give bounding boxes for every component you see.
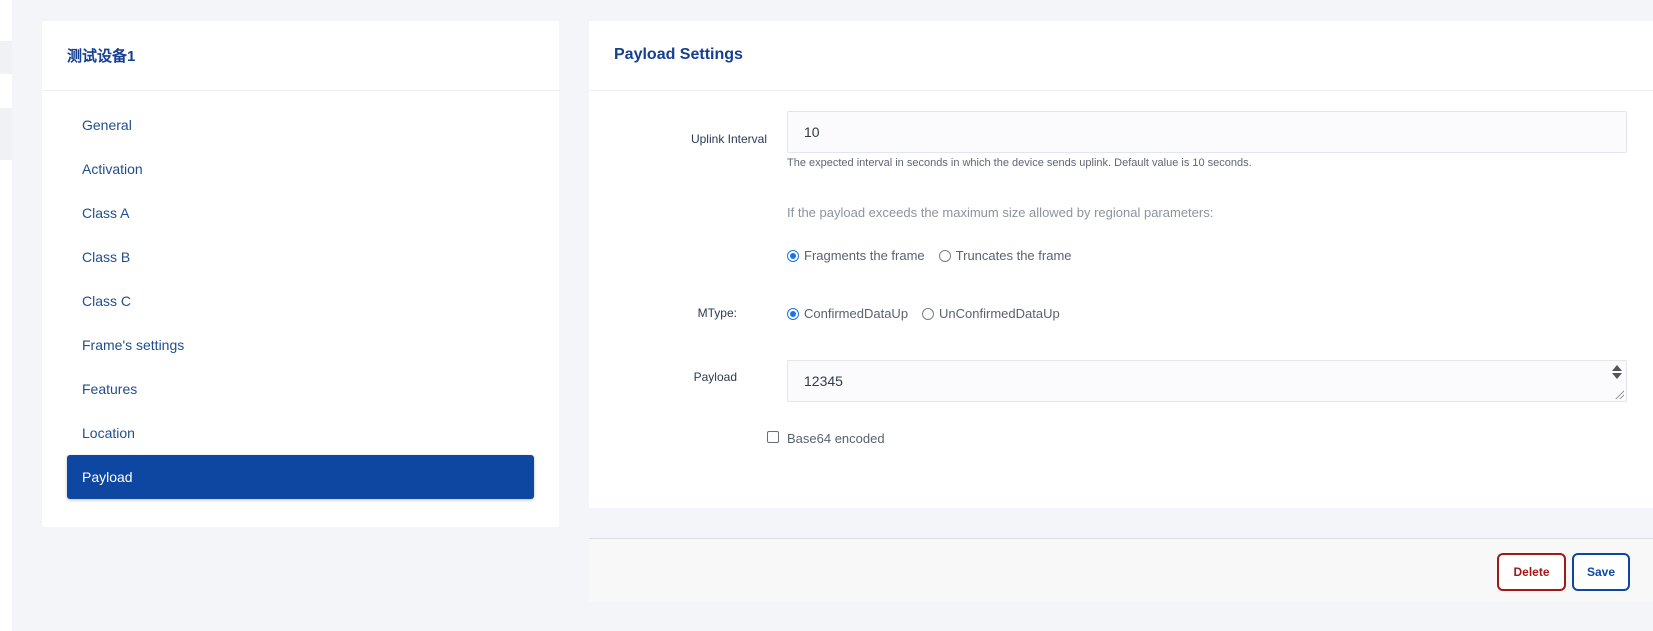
- unconfirmed-data-up-label[interactable]: UnConfirmedDataUp: [939, 306, 1060, 321]
- base64-label[interactable]: Base64 encoded: [787, 431, 885, 446]
- sidebar-item-activation[interactable]: Activation: [67, 147, 534, 191]
- panel-title: Payload Settings: [589, 21, 1653, 91]
- sidebar-item-general[interactable]: General: [67, 103, 534, 147]
- payload-input[interactable]: 12345: [787, 360, 1627, 402]
- truncates-frame-label[interactable]: Truncates the frame: [956, 248, 1072, 263]
- base64-checkbox[interactable]: [767, 431, 779, 443]
- unconfirmed-data-up-radio[interactable]: [922, 307, 935, 320]
- fragments-frame-label[interactable]: Fragments the frame: [804, 248, 925, 263]
- confirmed-data-up-label[interactable]: ConfirmedDataUp: [804, 306, 908, 321]
- save-button[interactable]: Save: [1572, 553, 1630, 591]
- left-edge-band: [0, 108, 12, 160]
- uplink-interval-input[interactable]: 10: [787, 111, 1627, 153]
- mtype-option-group: ConfirmedDataUp UnConfirmedDataUp: [787, 306, 1074, 321]
- left-edge-band: [0, 41, 12, 74]
- uplink-interval-help: The expected interval in seconds in whic…: [787, 157, 1252, 169]
- sidebar-item-features[interactable]: Features: [67, 367, 534, 411]
- device-title: 测试设备1: [42, 21, 559, 91]
- left-edge-panel: [0, 0, 12, 631]
- sidebar-item-payload[interactable]: Payload: [67, 455, 534, 499]
- resize-handle-icon[interactable]: [1614, 389, 1624, 399]
- payload-label: Payload: [693, 370, 737, 384]
- mtype-label: MType:: [697, 306, 737, 320]
- device-sidebar: 测试设备1 General Activation Class A Class B…: [42, 21, 559, 527]
- sidebar-menu: General Activation Class A Class B Class…: [42, 91, 559, 499]
- payload-size-note: If the payload exceeds the maximum size …: [787, 205, 1214, 220]
- payload-settings-panel: Payload Settings Uplink Interval 10 The …: [589, 21, 1653, 508]
- spinner-down-icon[interactable]: [1612, 373, 1622, 379]
- sidebar-item-location[interactable]: Location: [67, 411, 534, 455]
- frame-option-group: Fragments the frame Truncates the frame: [787, 248, 1086, 263]
- payload-value: 12345: [804, 373, 843, 389]
- sidebar-item-class-a[interactable]: Class A: [67, 191, 534, 235]
- confirmed-data-up-radio[interactable]: [787, 307, 799, 320]
- truncates-frame-radio[interactable]: [938, 249, 951, 262]
- action-footer: Delete Save: [589, 538, 1653, 602]
- sidebar-item-class-c[interactable]: Class C: [67, 279, 534, 323]
- uplink-interval-label: Uplink Interval: [690, 132, 767, 146]
- fragments-frame-radio[interactable]: [787, 249, 799, 262]
- delete-button[interactable]: Delete: [1497, 553, 1566, 591]
- sidebar-item-frame-settings[interactable]: Frame's settings: [67, 323, 534, 367]
- sidebar-item-class-b[interactable]: Class B: [67, 235, 534, 279]
- spinner-up-icon[interactable]: [1612, 365, 1622, 371]
